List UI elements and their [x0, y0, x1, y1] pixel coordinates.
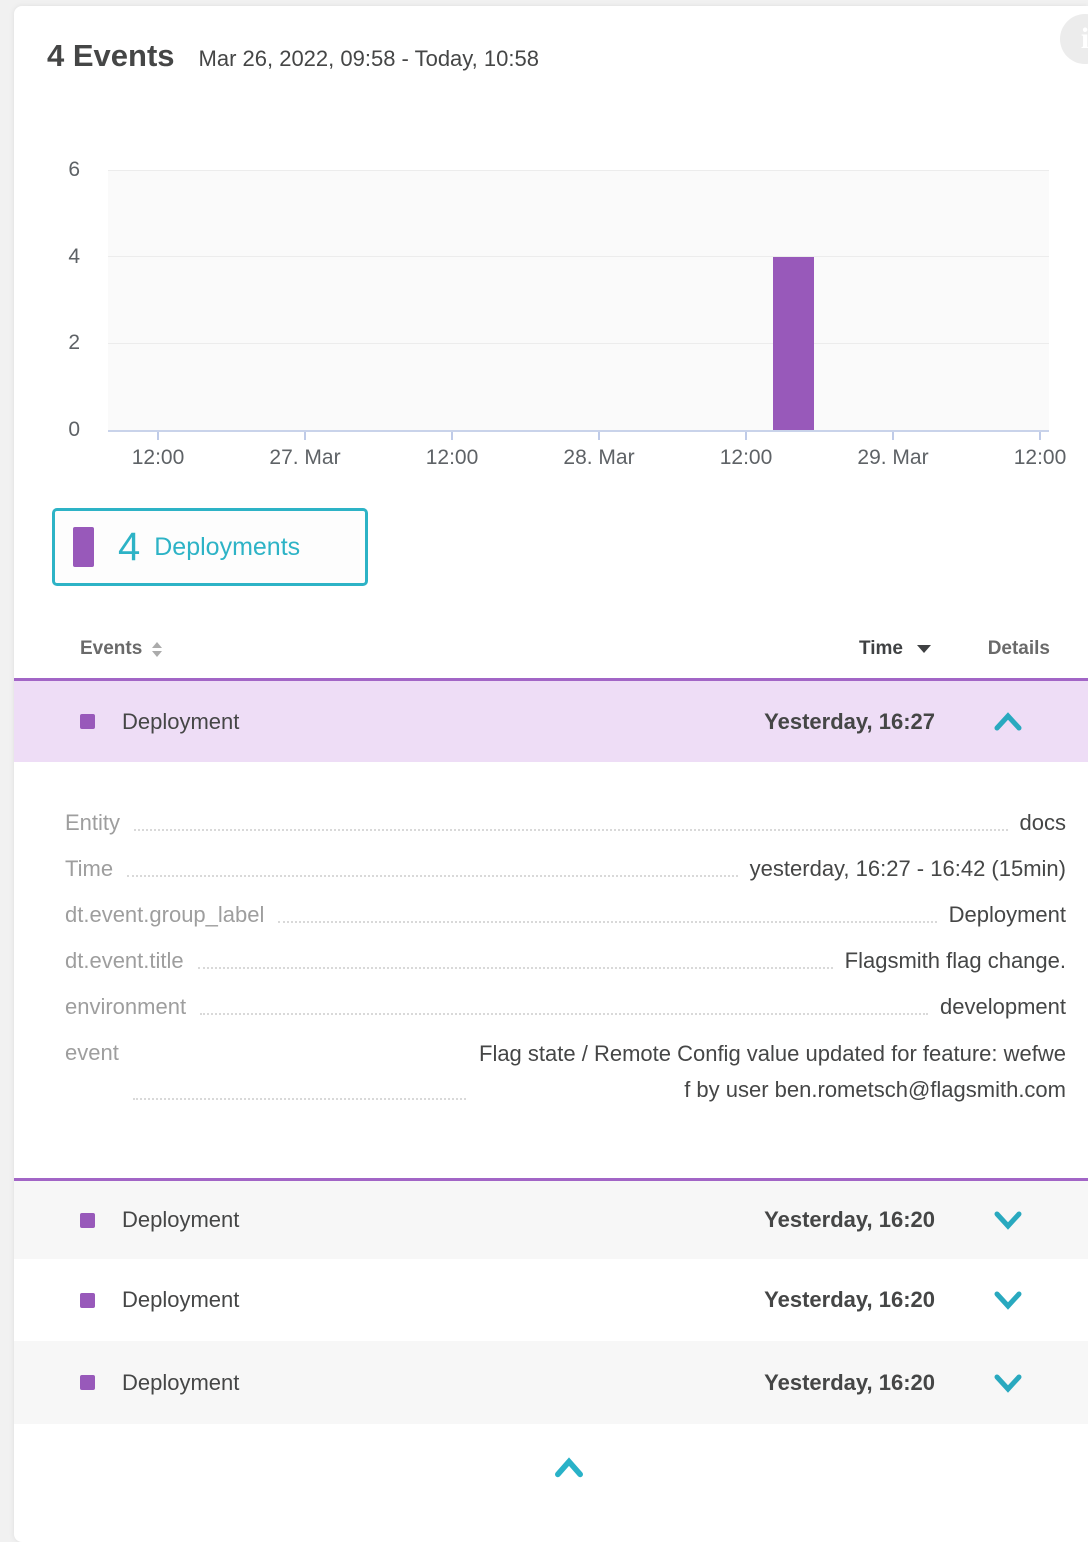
gridline — [108, 170, 1049, 171]
dotted-leader — [133, 1098, 466, 1100]
legend-deployments-toggle[interactable]: 4 Deployments — [52, 508, 368, 586]
x-axis-tick-label: 12:00 — [392, 446, 512, 470]
events-panel: 4 Events Mar 26, 2022, 09:58 - Today, 10… — [14, 6, 1088, 1542]
x-axis-tick — [745, 432, 747, 440]
detail-label: dt.event.group_label — [65, 898, 264, 931]
detail-label: environment — [65, 990, 186, 1023]
event-type-label: Deployment — [122, 1287, 239, 1313]
time-column-label: Time — [859, 638, 903, 660]
event-type-label: Deployment — [122, 709, 239, 735]
dotted-leader — [200, 1013, 928, 1015]
chevron-up-icon[interactable] — [993, 711, 1023, 733]
deployment-square-icon — [80, 1213, 95, 1228]
x-axis-tick-label: 12:00 — [686, 446, 806, 470]
page-title: 4 Events — [47, 38, 175, 74]
x-axis-tick — [451, 432, 453, 440]
details-column-header: Details — [970, 638, 1050, 660]
sort-icon — [152, 642, 162, 657]
detail-value: yesterday, 16:27 - 16:42 (15min) — [750, 852, 1066, 885]
sort-up-arrow-icon — [152, 642, 162, 648]
detail-value: development — [940, 990, 1066, 1023]
y-axis-tick-label: 2 — [20, 330, 80, 356]
gridline — [108, 256, 1049, 257]
chevron-down-icon[interactable] — [993, 1372, 1023, 1394]
y-axis-tick-label: 6 — [20, 157, 80, 183]
detail-field: Time yesterday, 16:27 - 16:42 (15min) — [65, 852, 1066, 885]
sort-desc-triangle-icon — [917, 645, 931, 653]
x-axis-tick — [304, 432, 306, 440]
deployments-swatch-icon — [73, 527, 94, 567]
dotted-leader — [127, 875, 738, 877]
detail-field: dt.event.title Flagsmith flag change. — [65, 944, 1066, 977]
detail-value: docs — [1020, 806, 1066, 839]
chevron-up-icon — [553, 1454, 585, 1482]
x-axis-tick — [157, 432, 159, 440]
events-column-label: Events — [80, 638, 142, 660]
detail-label: Entity — [65, 806, 120, 839]
collapse-list-button[interactable] — [547, 1452, 591, 1484]
event-details-panel: Entity docs Time yesterday, 16:27 - 16:4… — [14, 762, 1088, 1181]
event-type-label: Deployment — [122, 1207, 239, 1233]
info-icon[interactable]: i — [1060, 14, 1088, 64]
deployment-square-icon — [80, 714, 95, 729]
deployment-square-icon — [80, 1293, 95, 1308]
event-row[interactable]: Deployment Yesterday, 16:20 — [14, 1341, 1088, 1424]
x-axis-tick-label: 27. Mar — [245, 446, 365, 470]
x-axis-tick-label: 12:00 — [98, 446, 218, 470]
sort-down-arrow-icon — [152, 651, 162, 657]
x-axis-tick — [892, 432, 894, 440]
deployments-bar[interactable] — [773, 257, 814, 430]
x-axis-tick — [1039, 432, 1041, 440]
event-type-label: Deployment — [122, 1370, 239, 1396]
y-axis-tick-label: 4 — [20, 244, 80, 270]
legend-count: 4 — [118, 525, 140, 570]
deployment-square-icon — [80, 1375, 95, 1390]
detail-value: Flagsmith flag change. — [845, 944, 1066, 977]
dotted-leader — [278, 921, 936, 923]
x-axis-tick — [598, 432, 600, 440]
detail-label: Time — [65, 852, 113, 885]
legend-label: Deployments — [154, 533, 300, 562]
chart-plot-area — [108, 170, 1049, 432]
events-column-header[interactable]: Events — [80, 638, 162, 660]
detail-field: event Flag state / Remote Config value u… — [65, 1036, 1066, 1108]
y-axis-tick-label: 0 — [20, 417, 80, 443]
chevron-down-icon[interactable] — [993, 1289, 1023, 1311]
event-time: Yesterday, 16:27 — [764, 709, 935, 735]
event-row-expanded[interactable]: Deployment Yesterday, 16:27 — [14, 678, 1088, 762]
detail-value: Deployment — [949, 898, 1066, 931]
detail-value: Flag state / Remote Config value updated… — [478, 1036, 1066, 1108]
dotted-leader — [198, 967, 833, 969]
event-row[interactable]: Deployment Yesterday, 16:20 — [14, 1181, 1088, 1259]
chevron-down-icon[interactable] — [993, 1209, 1023, 1231]
detail-label: dt.event.title — [65, 944, 184, 977]
detail-field: environment development — [65, 990, 1066, 1023]
time-column-header[interactable]: Time — [859, 638, 931, 660]
panel-header: 4 Events Mar 26, 2022, 09:58 - Today, 10… — [47, 38, 539, 74]
x-axis-tick-label: 29. Mar — [833, 446, 953, 470]
event-row[interactable]: Deployment Yesterday, 16:20 — [14, 1259, 1088, 1341]
detail-field: dt.event.group_label Deployment — [65, 898, 1066, 931]
date-range-label: Mar 26, 2022, 09:58 - Today, 10:58 — [199, 46, 539, 72]
dotted-leader — [134, 829, 1007, 831]
gridline — [108, 343, 1049, 344]
x-axis-tick-label: 28. Mar — [539, 446, 659, 470]
event-time: Yesterday, 16:20 — [764, 1207, 935, 1233]
info-icon-glyph: i — [1081, 22, 1088, 56]
x-axis-tick-label: 12:00 — [980, 446, 1088, 470]
event-time: Yesterday, 16:20 — [764, 1370, 935, 1396]
event-time: Yesterday, 16:20 — [764, 1287, 935, 1313]
events-table-header: Events Time Details — [14, 620, 1088, 678]
detail-label: event — [65, 1036, 119, 1069]
detail-field: Entity docs — [65, 806, 1066, 839]
